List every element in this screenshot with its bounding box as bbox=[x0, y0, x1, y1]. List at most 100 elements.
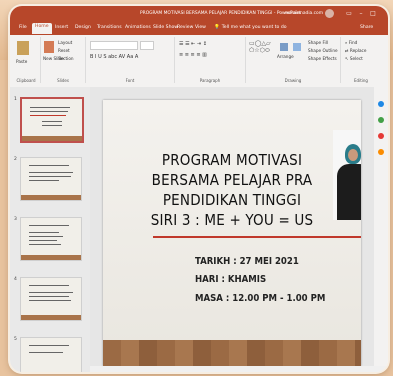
ribbon-home: Paste Clipboard New Slide Layout Reset S… bbox=[10, 35, 388, 88]
select-label: Select bbox=[349, 56, 363, 61]
thumb-line bbox=[29, 236, 63, 237]
title-line-1: PROGRAM MOTIVASI bbox=[161, 151, 303, 169]
thumb-floor bbox=[22, 136, 82, 141]
app-icon[interactable] bbox=[378, 117, 384, 123]
group-drawing: ▭◯△▱ ⬠☆⬡⬭ Arrange Shape Fill Shape Outlin… bbox=[246, 37, 341, 83]
select-icon: ↖ bbox=[345, 56, 349, 61]
tab-file[interactable]: File bbox=[16, 24, 30, 31]
thumb-line bbox=[29, 300, 71, 301]
share-button[interactable]: Share bbox=[360, 25, 373, 30]
tab-home[interactable]: Home bbox=[32, 23, 52, 34]
paste-button[interactable] bbox=[17, 41, 29, 55]
app-icon[interactable] bbox=[378, 149, 384, 155]
app-icon[interactable] bbox=[378, 101, 384, 107]
thumb-line bbox=[29, 345, 69, 346]
slide-thumbnail-2[interactable] bbox=[20, 157, 82, 201]
thumb-line bbox=[29, 232, 59, 233]
thumb-number: 2 bbox=[14, 157, 17, 162]
slide-editor[interactable]: PROGRAM MOTIVASI BERSAMA PELAJAR PRA PEN… bbox=[90, 87, 374, 372]
thumb-floor bbox=[21, 315, 81, 320]
title-line-4: SIRI 3 : ME + YOU = US bbox=[150, 211, 314, 229]
slide-thumbnail-5[interactable] bbox=[20, 337, 82, 372]
thumb-line bbox=[29, 172, 73, 173]
thumb-floor bbox=[21, 195, 81, 200]
clipboard-label: Clipboard bbox=[16, 78, 36, 83]
thumb-line bbox=[42, 125, 62, 126]
shape-effects-button[interactable]: Shape Effects bbox=[308, 56, 337, 61]
ribbon-display-icon[interactable]: ▭ bbox=[344, 9, 354, 18]
hari-text[interactable]: HARI : KHAMIS bbox=[195, 274, 266, 285]
app-icon[interactable] bbox=[378, 133, 384, 139]
status-bar bbox=[90, 366, 388, 372]
new-slide-button[interactable] bbox=[44, 41, 54, 53]
avatar[interactable] bbox=[325, 9, 334, 18]
thumb-line bbox=[29, 244, 61, 245]
paste-icon bbox=[17, 41, 29, 55]
photo-face bbox=[348, 149, 358, 161]
font-name-box[interactable] bbox=[90, 41, 138, 50]
title-line-2: BERSAMA PELAJAR PRA bbox=[151, 171, 313, 189]
powerpoint-window: PROGRAM MOTIVASI BERSAMA PELAJAR PENDIDI… bbox=[10, 6, 388, 372]
thumb-line bbox=[29, 352, 63, 353]
slide-title[interactable]: PROGRAM MOTIVASI BERSAMA PELAJAR PRA PEN… bbox=[143, 150, 321, 230]
thumb-line bbox=[42, 121, 62, 122]
slide-thumbnail-1[interactable] bbox=[20, 97, 84, 143]
current-slide[interactable]: PROGRAM MOTIVASI BERSAMA PELAJAR PRA PEN… bbox=[103, 100, 361, 366]
paste-label: Paste bbox=[16, 59, 28, 64]
tell-me-box[interactable]: 💡 Tell me what you want to do bbox=[214, 25, 287, 30]
font-label: Font bbox=[125, 78, 135, 83]
drawing-label: Drawing bbox=[284, 78, 302, 83]
shape-fill-button[interactable]: Shape Fill bbox=[308, 40, 328, 45]
quick-styles-button[interactable] bbox=[293, 43, 301, 51]
title-bar: PROGRAM MOTIVASI BERSAMA PELAJAR PENDIDI… bbox=[10, 6, 388, 21]
select-button[interactable]: ↖ Select bbox=[345, 56, 363, 61]
find-button[interactable]: ⌕ Find bbox=[345, 40, 357, 45]
editing-label: Editing bbox=[354, 78, 368, 83]
layout-button[interactable]: Layout bbox=[58, 40, 72, 45]
slide-thumbnails-pane[interactable]: 1 2 3 4 5 bbox=[10, 87, 91, 372]
minimize-icon[interactable]: – bbox=[356, 9, 366, 18]
window-title: PROGRAM MOTIVASI BERSAMA PELAJAR PENDIDI… bbox=[140, 11, 302, 16]
group-clipboard: Paste Clipboard bbox=[12, 37, 41, 83]
paragraph-list-buttons[interactable]: ☰ ☰ ⇤ ⇥ ↕ bbox=[179, 41, 207, 47]
tab-view[interactable]: View bbox=[192, 24, 209, 31]
group-editing: ⌕ Find ⇄ Replace ↖ Select Editing bbox=[341, 37, 381, 83]
reset-button[interactable]: Reset bbox=[58, 48, 70, 53]
tab-insert[interactable]: Insert bbox=[52, 24, 71, 31]
slide-thumbnail-4[interactable] bbox=[20, 277, 82, 321]
lightbulb-icon: 💡 bbox=[214, 25, 220, 30]
font-size-box[interactable] bbox=[140, 41, 154, 50]
masa-text[interactable]: MASA : 12.00 PM - 1.00 PM bbox=[195, 293, 325, 304]
replace-button[interactable]: ⇄ Replace bbox=[345, 48, 366, 53]
section-button[interactable]: Section bbox=[58, 56, 74, 61]
maximize-icon[interactable]: □ bbox=[368, 9, 378, 18]
right-sidebar bbox=[374, 87, 388, 372]
thumb-line bbox=[29, 296, 69, 297]
thumb-line bbox=[29, 225, 69, 226]
speaker-photo[interactable] bbox=[333, 130, 361, 220]
shape-outline-button[interactable]: Shape Outline bbox=[308, 48, 338, 53]
thumb-line bbox=[29, 292, 73, 293]
arrange-label: Arrange bbox=[277, 54, 294, 59]
paragraph-align-buttons[interactable]: ≡ ≡ ≡ ≡ ▥ bbox=[179, 52, 207, 58]
tab-design[interactable]: Design bbox=[72, 24, 94, 31]
slide-thumbnail-3[interactable] bbox=[20, 217, 82, 261]
new-slide-icon bbox=[44, 41, 54, 53]
tarikh-text[interactable]: TARIKH : 27 MEI 2021 bbox=[195, 256, 299, 267]
shapes-gallery[interactable]: ▭◯△▱ ⬠☆⬡⬭ bbox=[249, 40, 271, 55]
ribbon-tabs: File Home Insert Design Transitions Anim… bbox=[10, 21, 388, 35]
arrange-icon bbox=[280, 43, 288, 51]
quick-styles-icon bbox=[293, 43, 301, 51]
arrange-button[interactable] bbox=[280, 43, 288, 51]
search-icon: ⌕ bbox=[345, 40, 348, 45]
thumb-floor bbox=[21, 255, 81, 260]
find-label: Find bbox=[348, 40, 358, 45]
thumb-line bbox=[30, 115, 66, 116]
replace-label: Replace bbox=[349, 48, 367, 53]
font-format-buttons[interactable]: B I U S abc AV Aa A bbox=[90, 54, 138, 60]
group-font: B I U S abc AV Aa A Font bbox=[86, 37, 175, 83]
tell-me-text: Tell me what you want to do bbox=[221, 25, 287, 30]
paragraph-label: Paragraph bbox=[199, 78, 221, 83]
tab-transitions[interactable]: Transitions bbox=[94, 24, 125, 31]
thumb-line bbox=[29, 180, 59, 181]
